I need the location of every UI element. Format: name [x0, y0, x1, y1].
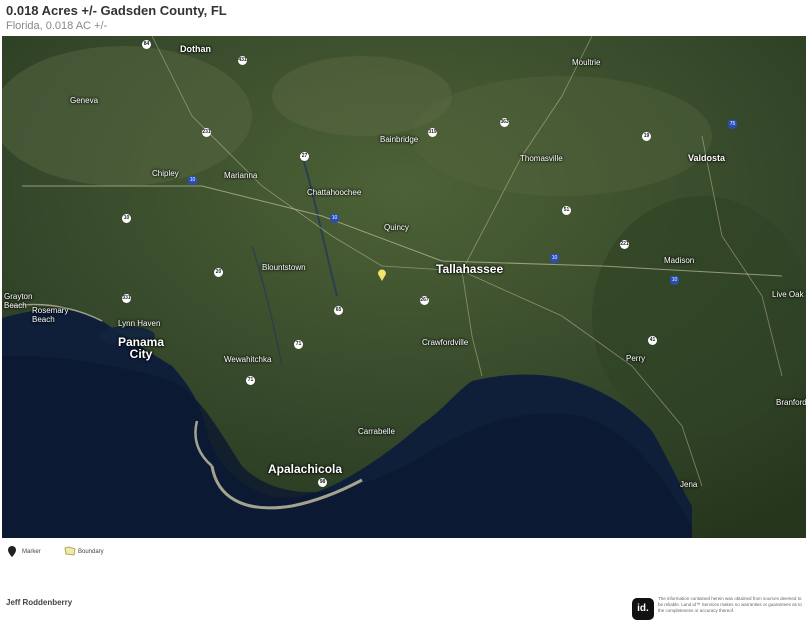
- legend-boundary-label: Boundary: [78, 549, 104, 555]
- city-label: Quincy: [384, 223, 409, 232]
- highway-shield: 41: [648, 336, 657, 345]
- city-label: Apalachicola: [268, 462, 343, 476]
- city-label: Chipley: [152, 169, 179, 178]
- satellite-map[interactable]: Dothan Moultrie Geneva Bainbridge Thomas…: [2, 36, 806, 538]
- city-label: Jena: [680, 480, 698, 489]
- highway-shield: 71: [294, 340, 303, 349]
- highway-shield: 19: [642, 132, 651, 141]
- boundary-icon: [64, 546, 76, 556]
- interstate-shield: 10: [550, 254, 559, 263]
- map-header: 0.018 Acres +/- Gadsden County, FL Flori…: [6, 3, 227, 33]
- highway-shield: 98: [318, 478, 327, 487]
- city-label: Moultrie: [572, 58, 601, 67]
- highway-shield: 331: [122, 294, 131, 303]
- highway-shield: 71: [246, 376, 255, 385]
- highway-shield: 51: [562, 206, 571, 215]
- city-label: Geneva: [70, 96, 99, 105]
- interstate-shield: 10: [670, 276, 679, 285]
- city-label: Perry: [626, 354, 646, 363]
- highway-shield: 27: [300, 152, 309, 161]
- city-label: Madison: [664, 256, 695, 265]
- city-label: Rosemary Beach: [32, 306, 69, 324]
- agent-name: Jeff Roddenberry: [6, 598, 73, 607]
- highway-shield: 84: [142, 40, 151, 49]
- city-label: Lynn Haven: [118, 319, 161, 328]
- highway-shield: 65: [334, 306, 343, 315]
- city-label: Branford: [776, 398, 806, 407]
- city-label: Marianna: [224, 171, 258, 180]
- city-label: Wewahitchka: [224, 355, 272, 364]
- city-label: Bainbridge: [380, 135, 419, 144]
- highway-shield: 10: [122, 214, 131, 223]
- interstate-shield: 10: [188, 176, 197, 185]
- city-label: Live Oak: [772, 290, 804, 299]
- interstate-shield: 10: [330, 214, 339, 223]
- page-subtitle: Florida, 0.018 AC +/-: [6, 20, 108, 32]
- marker-icon: [8, 546, 16, 557]
- city-label: Valdosta: [688, 153, 726, 163]
- highway-shield: 431: [238, 56, 247, 65]
- highway-shield: 267: [420, 296, 429, 305]
- city-label: Blountstown: [262, 263, 306, 272]
- city-label: Chattahoochee: [307, 188, 362, 197]
- highway-shield: 20: [214, 268, 223, 277]
- city-label: Crawfordville: [422, 338, 469, 347]
- legend-marker-label: Marker: [22, 549, 41, 555]
- disclaimer-text: The information contained herein was obt…: [658, 596, 802, 613]
- legend-marker: Marker: [8, 546, 41, 559]
- map-imagery: [2, 36, 806, 538]
- highway-shield: 221: [620, 240, 629, 249]
- interstate-shield: 75: [728, 120, 737, 129]
- highway-shield: 319: [428, 128, 437, 137]
- highway-shield: 363: [500, 118, 509, 127]
- city-label: Tallahassee: [436, 262, 504, 276]
- city-label: Panama City: [117, 335, 165, 361]
- page-title: 0.018 Acres +/- Gadsden County, FL: [6, 3, 227, 18]
- city-label: Thomasville: [520, 154, 563, 163]
- highway-shield: 231: [202, 128, 211, 137]
- legend-boundary: Boundary: [64, 546, 104, 558]
- city-label: Carrabelle: [358, 427, 395, 436]
- landid-logo: id.: [632, 598, 654, 620]
- city-label: Dothan: [180, 44, 211, 54]
